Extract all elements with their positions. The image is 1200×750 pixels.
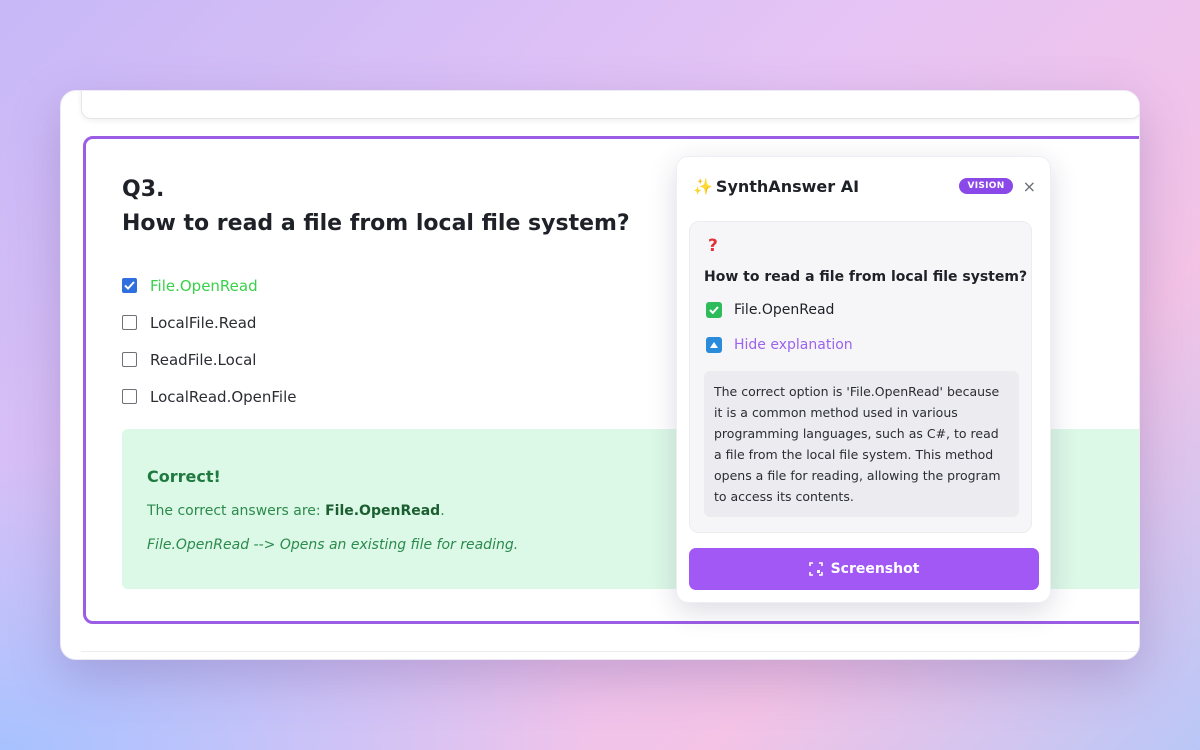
close-icon[interactable]: ×	[1023, 177, 1036, 196]
next-question-card	[81, 651, 1139, 659]
check-icon	[706, 302, 722, 318]
options-list: File.OpenRead LocalFile.Read ReadFile.Lo…	[122, 267, 297, 415]
checkbox-checked[interactable]	[122, 278, 137, 293]
option-label: LocalRead.OpenFile	[150, 387, 297, 406]
panel-answer-text: File.OpenRead	[734, 302, 835, 318]
sparkle-icon: ✨	[693, 176, 713, 196]
feedback-answer-value: File.OpenRead	[325, 503, 441, 519]
option-localfile-read[interactable]: LocalFile.Read	[122, 304, 297, 341]
panel-title: SynthAnswer AI	[715, 176, 860, 196]
option-localread-openfile[interactable]: LocalRead.OpenFile	[122, 378, 297, 415]
panel-answer: File.OpenRead	[706, 302, 834, 318]
feedback-answer-suffix: .	[440, 503, 445, 519]
panel-question: How to read a file from local file syste…	[704, 269, 1028, 285]
feedback-answer: The correct answers are: File.OpenRead.	[147, 503, 445, 519]
explanation-text: The correct option is 'File.OpenRead' be…	[704, 371, 1019, 517]
screenshot-label: Screenshot	[830, 561, 920, 577]
previous-question-card	[81, 91, 1139, 119]
option-label: LocalFile.Read	[150, 313, 257, 332]
option-label: File.OpenRead	[150, 276, 258, 295]
checkbox[interactable]	[122, 315, 137, 330]
option-readfile-local[interactable]: ReadFile.Local	[122, 341, 297, 378]
hide-explanation-link[interactable]: Hide explanation	[706, 337, 853, 353]
triangle-up-icon	[706, 337, 722, 353]
question-mark-icon: ?	[708, 236, 718, 256]
panel-header: ✨ SynthAnswer AI VISION ×	[693, 174, 1036, 198]
hide-explanation-label: Hide explanation	[734, 337, 853, 353]
checkbox[interactable]	[122, 352, 137, 367]
option-file-openread[interactable]: File.OpenRead	[122, 267, 297, 304]
feedback-explanation: File.OpenRead --> Opens an existing file…	[147, 537, 519, 553]
vision-badge: VISION	[959, 178, 1013, 194]
option-label: ReadFile.Local	[150, 350, 257, 369]
question-number: Q3.	[122, 177, 165, 202]
ai-panel: ✨ SynthAnswer AI VISION × ? How to read …	[676, 156, 1051, 603]
question-title: How to read a file from local file syste…	[122, 211, 630, 236]
checkbox[interactable]	[122, 389, 137, 404]
check-icon	[124, 281, 135, 290]
qa-box: ? How to read a file from local file sys…	[689, 221, 1032, 533]
feedback-answer-prefix: The correct answers are:	[147, 503, 326, 519]
screenshot-button[interactable]: Screenshot	[689, 548, 1039, 590]
screenshot-icon	[808, 562, 823, 576]
feedback-title: Correct!	[147, 467, 221, 486]
